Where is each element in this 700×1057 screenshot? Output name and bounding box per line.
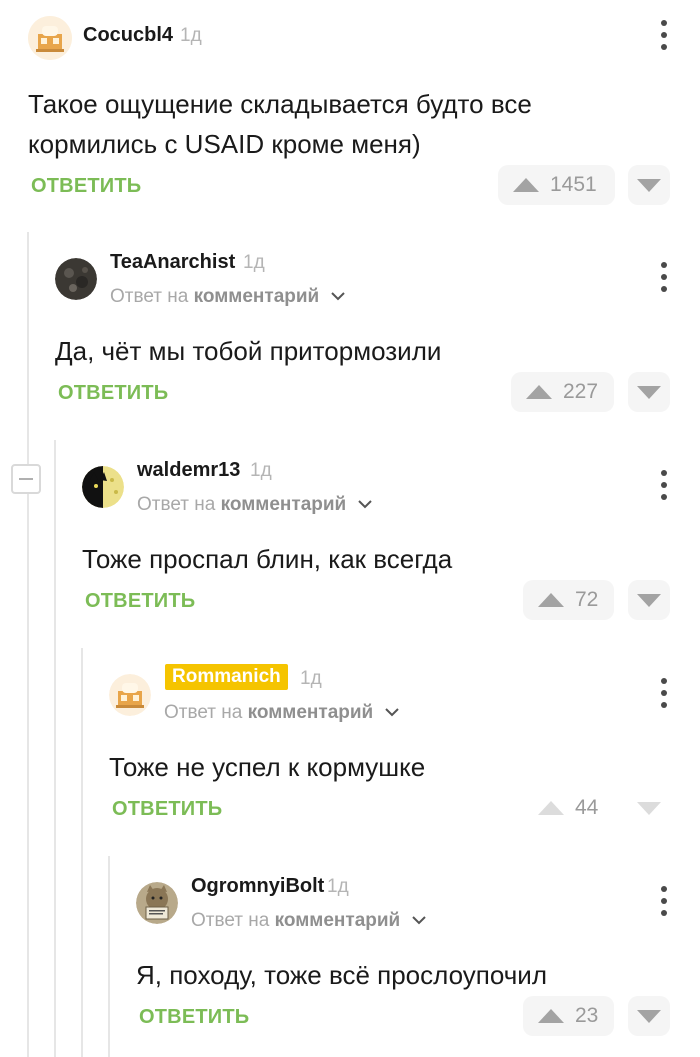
thread-line-level-1 xyxy=(27,232,29,1057)
reply-to-prefix: Ответ на xyxy=(164,702,243,723)
downvote-button[interactable] xyxy=(628,372,670,412)
user-avatar[interactable] xyxy=(28,16,72,60)
user-avatar[interactable] xyxy=(109,674,151,716)
reply-to-link[interactable]: Ответ на комментарий xyxy=(191,910,426,932)
downvote-icon xyxy=(637,801,661,815)
comment-age: 1д xyxy=(243,252,265,273)
upvote-icon xyxy=(513,178,539,192)
comment-age: 1д xyxy=(180,25,202,46)
reply-button[interactable]: ОТВЕТИТЬ xyxy=(112,798,222,821)
collapse-thread-icon xyxy=(19,478,33,480)
username[interactable]: Cocucbl4 xyxy=(83,24,173,47)
reply-button[interactable]: ОТВЕТИТЬ xyxy=(139,1006,249,1029)
vote-count: 72 xyxy=(575,588,599,611)
user-avatar[interactable] xyxy=(136,882,178,924)
comment-text: Тоже не успел к кормушке xyxy=(109,752,426,782)
reply-to-link[interactable]: Ответ на комментарий xyxy=(137,494,372,516)
comment: Rommanich 1д Ответ на комментарий Тоже н… xyxy=(109,664,700,854)
upvote-button[interactable]: 72 xyxy=(523,580,614,620)
reply-to-prefix: Ответ на xyxy=(137,494,216,515)
reply-button[interactable]: ОТВЕТИТЬ xyxy=(85,590,195,613)
more-menu-icon[interactable] xyxy=(652,20,676,50)
comment: Cocucbl4 1д Такое ощущение складывается … xyxy=(28,12,700,212)
collapse-thread-button[interactable] xyxy=(11,464,41,494)
comment: waldemr13 1д Ответ на комментарий Тоже п… xyxy=(82,456,700,646)
comment-text: Такое ощущение складывается будто все ко… xyxy=(28,89,532,159)
reply-to-target: комментарий xyxy=(193,286,320,307)
comment: OgromnyiBolt 1д Ответ на комментарий Я, … xyxy=(136,872,700,1057)
chevron-down-icon xyxy=(411,916,426,925)
reply-to-target: комментарий xyxy=(274,910,401,931)
downvote-button[interactable] xyxy=(628,788,670,828)
user-avatar[interactable] xyxy=(55,258,97,300)
upvote-icon xyxy=(538,801,564,815)
thread-line-level-4 xyxy=(108,856,110,1057)
vote-count: 227 xyxy=(563,380,599,403)
comment-text: Да, чёт мы тобой притормозили xyxy=(55,336,442,366)
downvote-icon xyxy=(637,593,661,607)
upvote-button[interactable]: 44 xyxy=(523,788,614,828)
thread-line-level-3 xyxy=(81,648,83,1057)
reply-to-target: комментарий xyxy=(220,494,347,515)
downvote-button[interactable] xyxy=(628,996,670,1036)
reply-to-link[interactable]: Ответ на комментарий xyxy=(164,702,399,724)
comment-age: 1д xyxy=(250,460,272,481)
upvote-icon xyxy=(526,385,552,399)
reply-button[interactable]: ОТВЕТИТЬ xyxy=(31,175,141,198)
reply-to-prefix: Ответ на xyxy=(191,910,270,931)
more-menu-icon[interactable] xyxy=(652,678,676,708)
downvote-icon xyxy=(637,385,661,399)
upvote-button[interactable]: 23 xyxy=(523,996,614,1036)
more-menu-icon[interactable] xyxy=(652,262,676,292)
downvote-icon xyxy=(637,1009,661,1023)
reply-to-link[interactable]: Ответ на комментарий xyxy=(110,286,345,308)
upvote-button[interactable]: 227 xyxy=(511,372,614,412)
downvote-button[interactable] xyxy=(628,165,670,205)
thread-line-level-2 xyxy=(54,440,56,1057)
username[interactable]: TeaAnarchist xyxy=(110,251,235,274)
upvote-icon xyxy=(538,593,564,607)
upvote-icon xyxy=(538,1009,564,1023)
reply-button[interactable]: ОТВЕТИТЬ xyxy=(58,382,168,405)
vote-count: 1451 xyxy=(550,173,597,196)
username[interactable]: OgromnyiBolt xyxy=(191,875,324,898)
vote-count: 23 xyxy=(575,1004,599,1027)
more-menu-icon[interactable] xyxy=(652,470,676,500)
chevron-down-icon xyxy=(357,500,372,509)
user-avatar[interactable] xyxy=(82,466,124,508)
more-menu-icon[interactable] xyxy=(652,886,676,916)
reply-to-target: комментарий xyxy=(247,702,374,723)
reply-to-prefix: Ответ на xyxy=(110,286,189,307)
comment-text: Я, походу, тоже всё прослоупочил xyxy=(136,960,547,990)
comment: TeaAnarchist 1д Ответ на комментарий Да,… xyxy=(55,248,700,438)
comment-age: 1д xyxy=(300,668,322,689)
downvote-icon xyxy=(637,178,661,192)
username[interactable]: waldemr13 xyxy=(137,459,240,482)
chevron-down-icon xyxy=(384,708,399,717)
comment-age: 1д xyxy=(327,876,349,897)
vote-count: 44 xyxy=(575,796,599,819)
username-badge[interactable]: Rommanich xyxy=(165,664,288,690)
chevron-down-icon xyxy=(330,292,345,301)
downvote-button[interactable] xyxy=(628,580,670,620)
upvote-button[interactable]: 1451 xyxy=(498,165,615,205)
comment-text: Тоже проспал блин, как всегда xyxy=(82,544,453,574)
